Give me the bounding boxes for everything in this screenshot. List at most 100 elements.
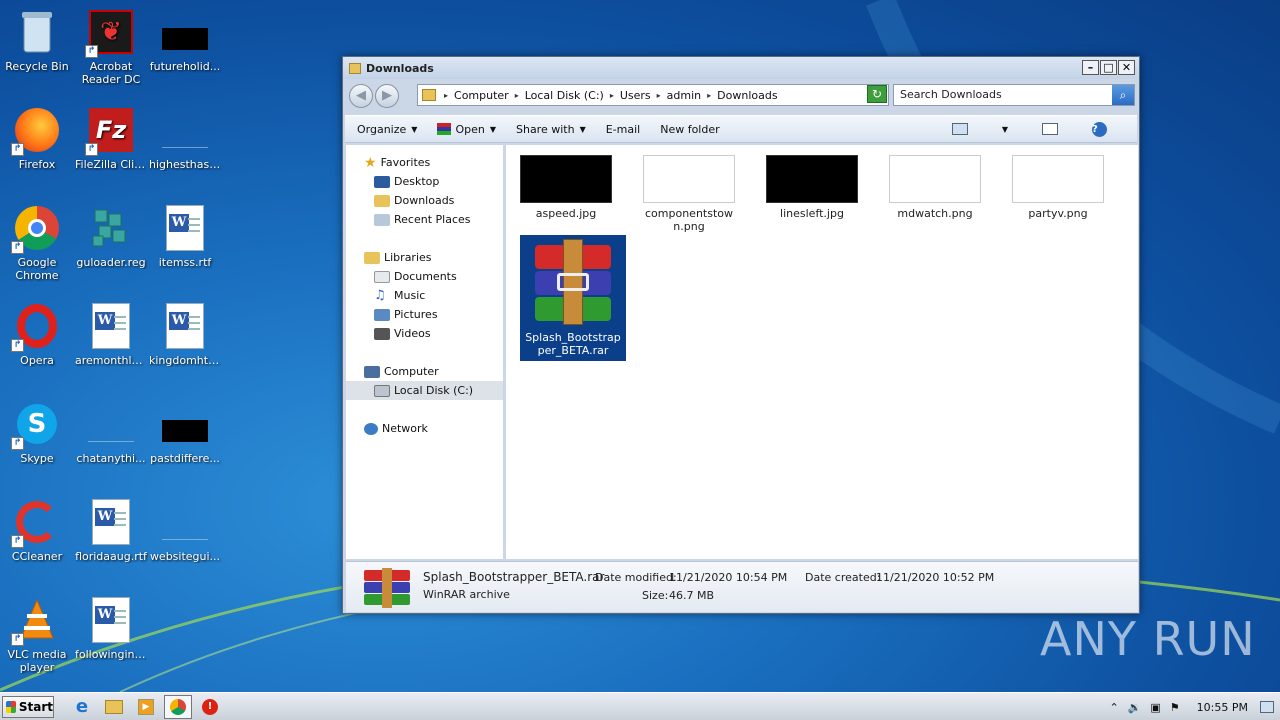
aremonthly-rtf-icon[interactable]: W aremonthly.rtf — [74, 302, 148, 367]
breadcrumb-users[interactable]: Users — [620, 89, 651, 102]
show-hidden-icons-icon[interactable]: ⌃ — [1109, 701, 1118, 714]
nav-favorites[interactable]: ★ Favorites — [346, 153, 503, 172]
winrar-archive-icon — [364, 568, 410, 608]
computer-icon — [364, 365, 380, 378]
file-splash-bootstrapper[interactable]: Splash_Bootstrapper_BETA.rar — [520, 235, 626, 361]
nav-videos[interactable]: Videos — [346, 324, 503, 343]
internet-explorer-icon: e — [75, 696, 89, 717]
nav-local-disk[interactable]: Local Disk (C:) — [346, 381, 503, 400]
winrar-icon — [437, 123, 452, 135]
acrobat-reader-icon[interactable]: ❦ ↱ Acrobat Reader DC — [74, 8, 148, 86]
folder-icon — [422, 89, 436, 101]
action-center-flag-icon[interactable]: ⚑ — [1170, 701, 1180, 714]
pastdiffere-file-icon[interactable]: pastdiffere... — [148, 400, 222, 465]
organize-button[interactable]: Organize ▼ — [357, 123, 417, 136]
nav-documents[interactable]: Documents — [346, 267, 503, 286]
opera-icon[interactable]: ↱ Opera — [0, 302, 74, 367]
star-icon: ★ — [364, 154, 377, 171]
floridaaug-rtf-icon[interactable]: W floridaaug.rtf — [74, 498, 148, 563]
network-tray-icon[interactable]: ▣ — [1150, 701, 1160, 714]
search-placeholder: Search Downloads — [900, 88, 1002, 101]
opera-taskbar-button[interactable]: ! — [196, 695, 224, 719]
explorer-taskbar-button[interactable] — [100, 695, 128, 719]
skype-icon[interactable]: S ↱ Skype — [0, 400, 74, 465]
file-name: aspeed.jpg — [535, 207, 597, 220]
new-folder-button[interactable]: New folder — [660, 123, 719, 136]
chevron-down-icon[interactable]: ▼ — [1002, 125, 1008, 134]
vlc-icon[interactable]: ↱ VLC media player — [0, 596, 74, 674]
nav-libraries[interactable]: Libraries — [346, 248, 503, 267]
nav-recent-places[interactable]: Recent Places — [346, 210, 503, 229]
nav-desktop[interactable]: Desktop — [346, 172, 503, 191]
documents-icon — [374, 270, 390, 283]
network-icon — [364, 422, 378, 435]
breadcrumb-downloads[interactable]: Downloads — [717, 89, 777, 102]
media-player-taskbar-button[interactable]: ▶ — [132, 695, 160, 719]
folder-icon — [105, 699, 123, 714]
registry-file-icon[interactable]: guloader.reg — [74, 204, 148, 269]
image-thumbnail — [766, 155, 858, 203]
nav-downloads[interactable]: Downloads — [346, 191, 503, 210]
address-bar[interactable]: ▸ Computer ▸ Local Disk (C:) ▸ Users ▸ admi… — [417, 84, 889, 106]
navigation-pane: ★ Favorites Desktop Downloads Recent Plac… — [346, 145, 504, 559]
nav-network[interactable]: Network — [346, 419, 503, 438]
view-options-icon[interactable] — [951, 123, 968, 135]
open-button[interactable]: Open ▼ — [437, 123, 496, 136]
followingin-rtf-icon[interactable]: W followingin.rtf — [74, 596, 148, 661]
highesthas-file-icon[interactable]: highesthas.... — [148, 106, 222, 171]
share-with-button[interactable]: Share with ▼ — [516, 123, 586, 136]
breadcrumb-admin[interactable]: admin — [667, 89, 701, 102]
details-created-value: 11/21/2020 10:52 PM — [876, 571, 995, 584]
help-icon[interactable]: ? — [1092, 121, 1107, 137]
minimize-button[interactable]: – — [1082, 60, 1099, 75]
preview-pane-icon[interactable] — [1042, 123, 1058, 135]
music-icon: ♫ — [374, 288, 386, 303]
start-button[interactable]: Start — [2, 695, 54, 718]
details-size-value: 46.7 MB — [669, 589, 715, 602]
recycle-bin-icon[interactable]: Recycle Bin — [0, 8, 74, 73]
refresh-icon[interactable]: ↻ — [867, 85, 887, 103]
file-aspeed[interactable]: aspeed.jpg — [514, 155, 618, 220]
nav-computer[interactable]: Computer — [346, 362, 503, 381]
nav-music[interactable]: ♫ Music — [346, 286, 503, 305]
chrome-taskbar-button[interactable] — [164, 694, 192, 719]
maximize-button[interactable]: □ — [1100, 60, 1117, 75]
image-thumbnail — [889, 155, 981, 203]
back-button[interactable]: ◀ — [349, 84, 373, 108]
file-list: aspeed.jpg componentstown.png linesleft.… — [506, 145, 1138, 559]
chatanythi-file-icon[interactable]: chatanythi... — [74, 400, 148, 465]
itemss-rtf-icon[interactable]: W itemss.rtf — [148, 204, 222, 269]
show-desktop-icon[interactable] — [1260, 701, 1274, 713]
local-disk-icon — [374, 384, 390, 397]
websitegui-file-icon[interactable]: websitegui... — [148, 498, 222, 563]
title-bar[interactable]: Downloads – □ ✕ — [343, 57, 1139, 79]
media-player-icon: ▶ — [138, 698, 154, 715]
file-mdwatch[interactable]: mdwatch.png — [883, 155, 987, 220]
file-partyv[interactable]: partyv.png — [1006, 155, 1110, 220]
kingdomhtml-rtf-icon[interactable]: W kingdomhtml... — [148, 302, 222, 367]
firefox-icon[interactable]: ↱ Firefox — [0, 106, 74, 171]
futureholid-file-icon[interactable]: futureholid... — [148, 8, 222, 73]
clock[interactable]: 10:55 PM — [1197, 701, 1248, 714]
search-input[interactable]: Search Downloads ⌕ — [893, 84, 1135, 106]
ie-taskbar-button[interactable]: e — [68, 695, 96, 719]
search-icon[interactable]: ⌕ — [1112, 85, 1134, 105]
volume-icon[interactable]: 🔉 — [1128, 701, 1142, 714]
breadcrumb-computer[interactable]: Computer — [454, 89, 509, 102]
details-modified-label: Date modified: — [595, 571, 677, 584]
file-componentstown[interactable]: componentstown.png — [637, 155, 741, 233]
email-button[interactable]: E-mail — [606, 123, 641, 136]
videos-icon — [374, 327, 390, 340]
file-linesleft[interactable]: linesleft.jpg — [760, 155, 864, 220]
pictures-icon — [374, 308, 390, 321]
explorer-window: Downloads – □ ✕ ◀ ▶ ▸ Computer ▸ Local Di… — [342, 56, 1140, 614]
folder-icon — [349, 62, 361, 74]
chrome-icon[interactable]: ↱ Google Chrome — [0, 204, 74, 282]
forward-button[interactable]: ▶ — [375, 84, 399, 108]
stop-icon: ! — [202, 698, 218, 715]
ccleaner-icon[interactable]: ↱ CCleaner — [0, 498, 74, 563]
nav-pictures[interactable]: Pictures — [346, 305, 503, 324]
breadcrumb-local-disk[interactable]: Local Disk (C:) — [525, 89, 604, 102]
close-button[interactable]: ✕ — [1118, 60, 1135, 75]
filezilla-icon[interactable]: Fz ↱ FileZilla Client — [74, 106, 148, 171]
